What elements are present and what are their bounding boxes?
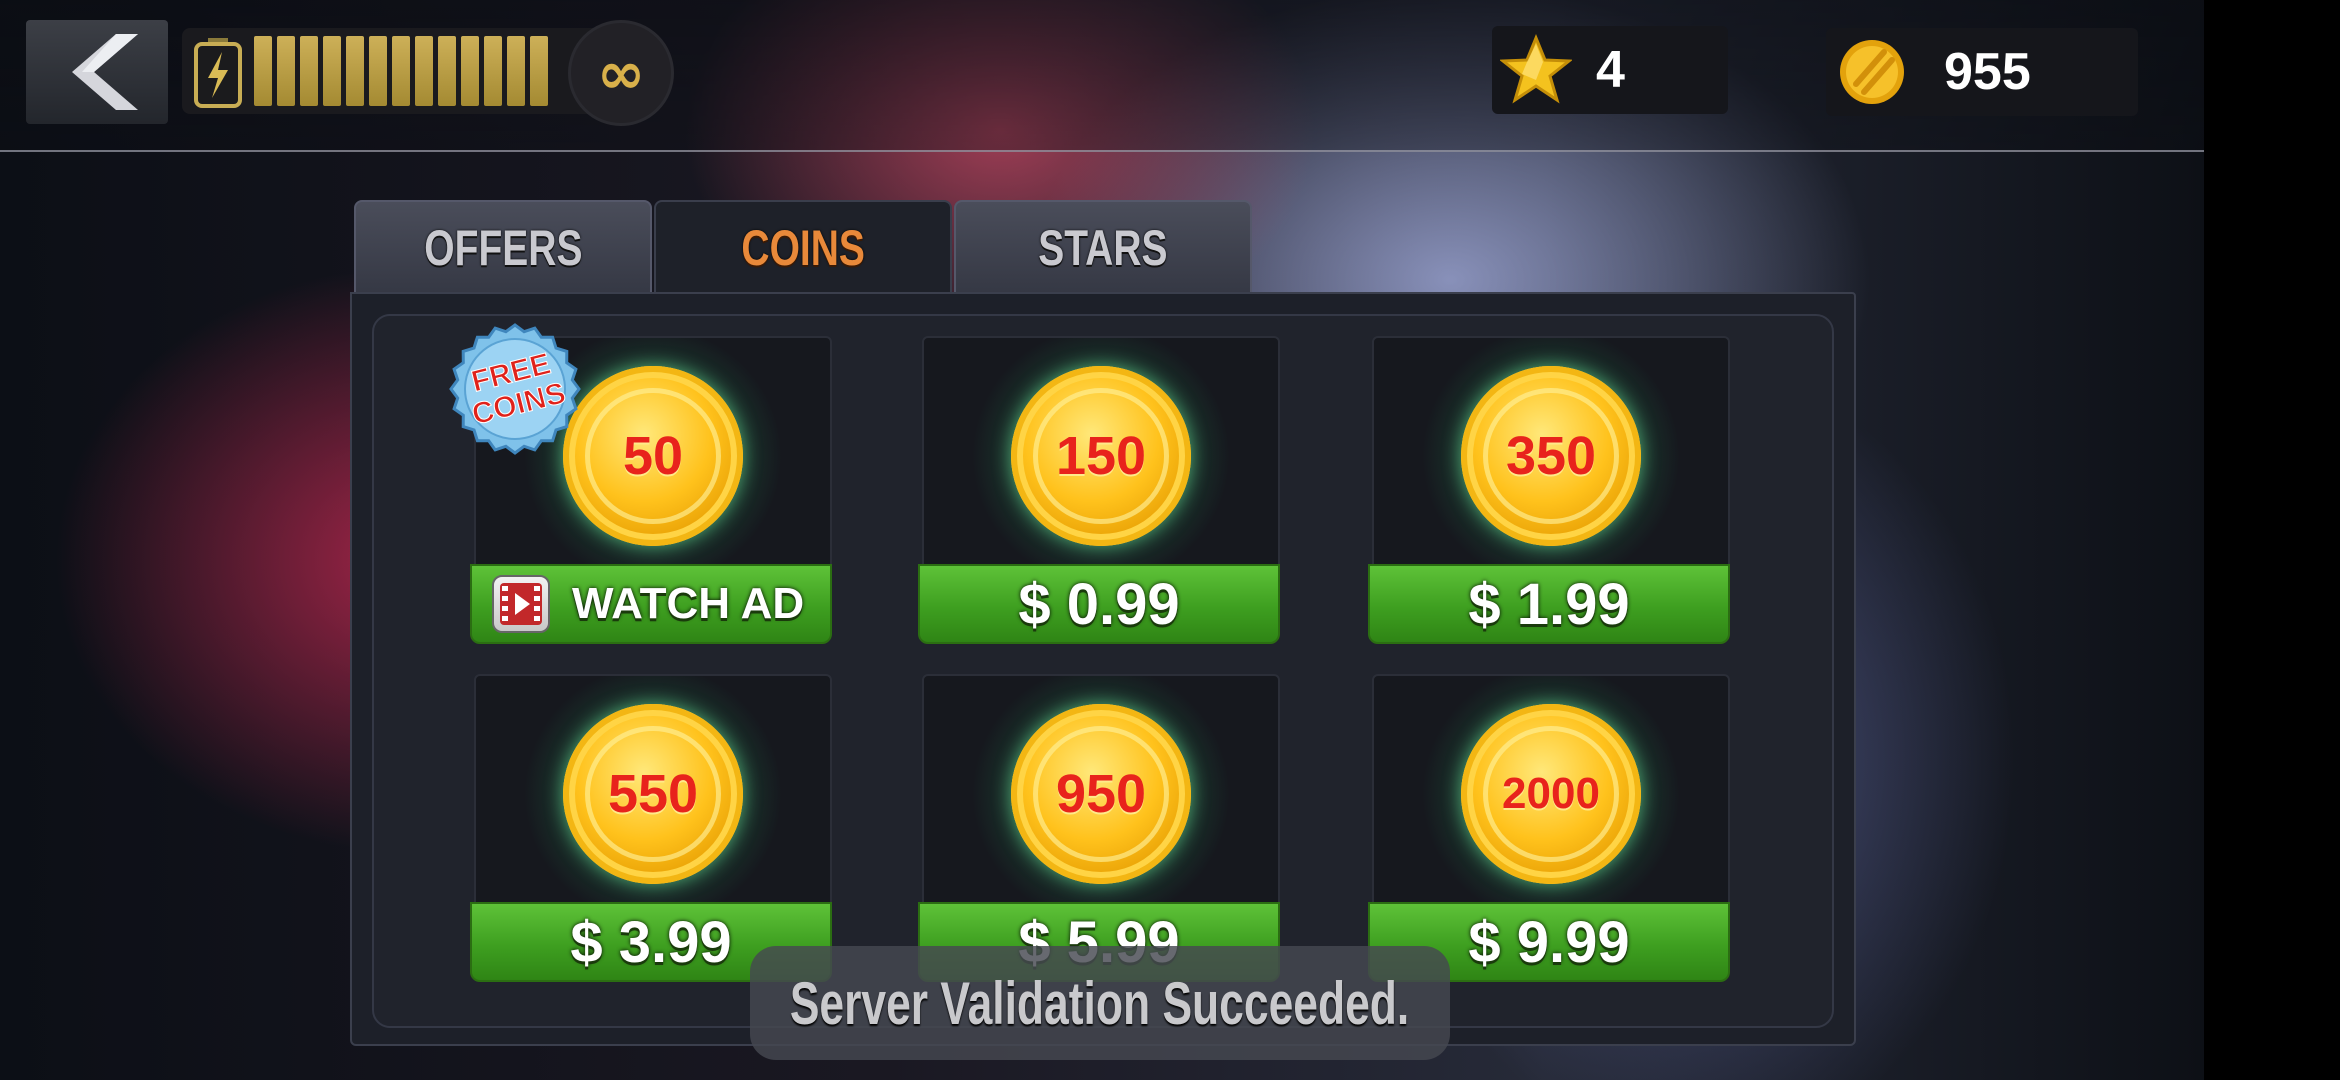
toast-text: Server Validation Succeeded. xyxy=(790,969,1410,1037)
tab-coins[interactable]: COINS xyxy=(654,200,952,302)
coin-amount: 350 xyxy=(1505,426,1597,486)
tab-offers[interactable]: OFFERS xyxy=(354,200,652,296)
tab-stars[interactable]: STARS xyxy=(954,200,1252,296)
tab-offers-label: OFFERS xyxy=(423,220,583,276)
coins-counter: 955 xyxy=(1826,28,2138,116)
coin-icon: 50 xyxy=(563,366,743,546)
product-card-2000[interactable]: 2000 $ 9.99 xyxy=(1368,674,1730,982)
buy-button[interactable]: $ 1.99 xyxy=(1368,564,1730,644)
buy-button[interactable]: $ 0.99 xyxy=(918,564,1280,644)
coin-icon: 550 xyxy=(563,704,743,884)
top-hud: ∞ 4 955 xyxy=(0,0,2204,152)
tab-coins-label: COINS xyxy=(741,220,865,276)
coin-icon: 150 xyxy=(1011,366,1191,546)
watch-ad-button[interactable]: WATCH AD xyxy=(470,564,832,644)
energy-bar xyxy=(254,36,272,106)
free-coins-badge: FREE COINS xyxy=(448,322,582,456)
energy-bar xyxy=(484,36,502,106)
watch-ad-label: WATCH AD xyxy=(572,579,805,628)
back-button[interactable] xyxy=(26,20,168,124)
product-card-350[interactable]: 350 $ 1.99 xyxy=(1368,336,1730,644)
coin-icon: 350 xyxy=(1461,366,1641,546)
energy-bar xyxy=(507,36,525,106)
energy-bar xyxy=(438,36,456,106)
energy-bar xyxy=(392,36,410,106)
energy-bar xyxy=(277,36,295,106)
energy-bar xyxy=(530,36,548,106)
energy-meter xyxy=(182,28,612,114)
coin-icon: 2000 xyxy=(1461,704,1641,884)
product-card-150[interactable]: 150 $ 0.99 xyxy=(918,336,1280,644)
game-screen: ∞ 4 955 OFFERS COINS STARS 50 WATCH AD 1… xyxy=(0,0,2204,1080)
infinity-energy-badge: ∞ xyxy=(568,20,674,126)
energy-bars xyxy=(254,36,548,106)
battery-bolt-icon xyxy=(194,38,242,108)
energy-bar xyxy=(461,36,479,106)
coin-amount: 2000 xyxy=(1502,769,1600,818)
energy-bar xyxy=(415,36,433,106)
coin-icon: 950 xyxy=(1011,704,1191,884)
video-play-icon xyxy=(492,575,550,633)
screen-edge xyxy=(2204,0,2340,1080)
back-arrow-icon xyxy=(72,34,138,110)
product-card-550[interactable]: 550 $ 3.99 xyxy=(470,674,832,982)
coin-amount: 950 xyxy=(1055,764,1147,824)
star-icon xyxy=(1500,34,1572,104)
energy-bar xyxy=(369,36,387,106)
coin-amount: 50 xyxy=(622,426,684,486)
tab-stars-label: STARS xyxy=(1038,220,1168,276)
coins-count: 955 xyxy=(1944,43,2031,101)
product-card-950[interactable]: 950 $ 5.99 xyxy=(918,674,1280,982)
coin-icon xyxy=(1840,40,1904,104)
toast-message: Server Validation Succeeded. xyxy=(750,946,1450,1060)
energy-bar xyxy=(346,36,364,106)
coin-amount: 150 xyxy=(1055,426,1147,486)
energy-bar xyxy=(300,36,318,106)
stars-count: 4 xyxy=(1596,41,1625,99)
energy-bar xyxy=(323,36,341,106)
coin-amount: 550 xyxy=(607,764,699,824)
stars-counter: 4 xyxy=(1492,26,1728,114)
